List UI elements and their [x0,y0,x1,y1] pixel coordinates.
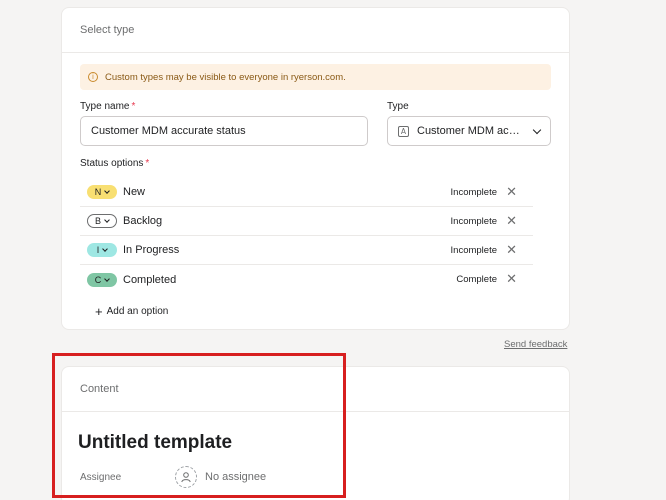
info-icon: i [88,72,98,82]
status-letter: B [94,216,101,226]
close-icon[interactable]: ✕ [506,272,517,287]
status-state[interactable]: Incomplete [451,216,497,227]
status-letter: C [94,274,102,285]
type-name-label-text: Type name [80,101,130,112]
send-feedback-link[interactable]: Send feedback [504,339,567,350]
plus-icon: + [95,304,103,319]
select-type-card: Select type i Custom types may be visibl… [61,7,570,330]
chevron-down-icon [102,246,109,252]
status-row[interactable]: B Backlog Incomplete ✕ [80,207,533,236]
type-label: Type [387,101,409,112]
notice-text: Custom types may be visible to everyone … [105,71,346,83]
status-letter: I [96,245,100,255]
highlight-annotation-box [52,353,346,498]
add-option-button[interactable]: + Add an option [95,304,168,319]
add-option-label: Add an option [106,306,169,317]
status-state[interactable]: Complete [456,274,497,285]
type-name-input[interactable]: Customer MDM accurate status [80,116,368,146]
status-options-label: Status options * [80,158,149,169]
status-letter: N [94,187,102,197]
status-color-picker[interactable]: B [87,214,117,228]
required-mark: * [131,101,136,112]
visibility-notice: i Custom types may be visible to everyon… [80,64,551,90]
status-row[interactable]: N New Incomplete ✕ [80,178,533,207]
status-state[interactable]: Incomplete [451,187,497,198]
chevron-down-icon [104,188,111,194]
status-name[interactable]: In Progress [123,244,179,256]
chevron-down-icon [532,125,542,134]
close-icon[interactable]: ✕ [506,214,517,229]
status-name[interactable]: Backlog [123,215,162,227]
status-state[interactable]: Incomplete [451,245,497,256]
type-select[interactable]: A Customer MDM accurate status [387,116,551,146]
chevron-down-icon [104,275,111,282]
type-value: Customer MDM accurate status [417,125,525,137]
type-name-label: Type name * [80,101,135,112]
required-mark: * [145,158,150,169]
select-type-header: Select type [62,8,569,53]
chevron-down-icon [104,217,110,223]
status-row[interactable]: C Completed Complete ✕ [80,265,533,294]
status-row[interactable]: I In Progress Incomplete ✕ [80,236,533,265]
status-color-picker[interactable]: I [87,243,117,257]
status-name[interactable]: New [123,186,145,198]
status-color-picker[interactable]: C [87,272,117,287]
close-icon[interactable]: ✕ [506,185,517,200]
status-color-picker[interactable]: N [87,185,117,199]
status-name[interactable]: Completed [123,274,176,286]
status-options-label-text: Status options [80,158,144,169]
close-icon[interactable]: ✕ [506,243,517,258]
type-name-value: Customer MDM accurate status [91,125,246,137]
type-icon: A [398,125,409,137]
status-options-list: N New Incomplete ✕ B Backlog Incomplete … [80,178,533,294]
